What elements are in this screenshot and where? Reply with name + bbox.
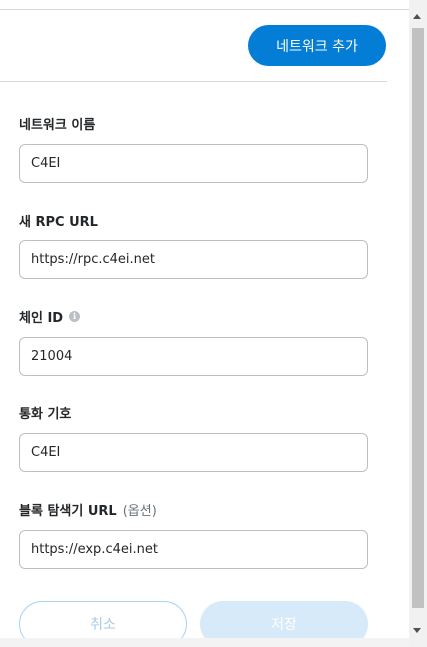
- network-name-input[interactable]: C4EI: [19, 144, 368, 183]
- scroll-down-arrow-icon[interactable]: [413, 628, 421, 633]
- scroll-up-arrow-icon[interactable]: [413, 14, 421, 19]
- network-name-label: 네트워크 이름: [19, 117, 96, 133]
- header: 네트워크 추가: [0, 10, 387, 82]
- block-explorer-input[interactable]: https://exp.c4ei.net: [19, 530, 368, 569]
- currency-symbol-field: 통화 기호 C4EI: [19, 403, 368, 472]
- currency-symbol-label: 통화 기호: [19, 406, 72, 422]
- chain-id-label: 체인 ID i: [19, 307, 368, 326]
- rpc-url-field: 새 RPC URL https://rpc.c4ei.net: [19, 211, 368, 279]
- rpc-url-input[interactable]: https://rpc.c4ei.net: [19, 240, 368, 279]
- block-explorer-field: 블록 탐색기 URL (옵션) https://exp.c4ei.net: [19, 500, 368, 569]
- chain-id-field: 체인 ID i 21004: [19, 307, 368, 376]
- network-name-field: 네트워크 이름 C4EI: [19, 114, 368, 183]
- rpc-url-label: 새 RPC URL: [19, 214, 98, 230]
- info-icon[interactable]: i: [69, 310, 81, 322]
- scrollbar-thumb[interactable]: [412, 28, 424, 608]
- chain-id-input[interactable]: 21004: [19, 337, 368, 376]
- horizontal-scrollbar[interactable]: [0, 638, 409, 647]
- optional-tag: (옵션): [122, 503, 157, 519]
- add-network-button[interactable]: 네트워크 추가: [248, 25, 386, 66]
- top-divider: [0, 0, 409, 10]
- currency-symbol-input[interactable]: C4EI: [19, 433, 368, 472]
- block-explorer-label: 블록 탐색기 URL (옵션): [19, 500, 368, 519]
- vertical-scrollbar[interactable]: [409, 0, 427, 647]
